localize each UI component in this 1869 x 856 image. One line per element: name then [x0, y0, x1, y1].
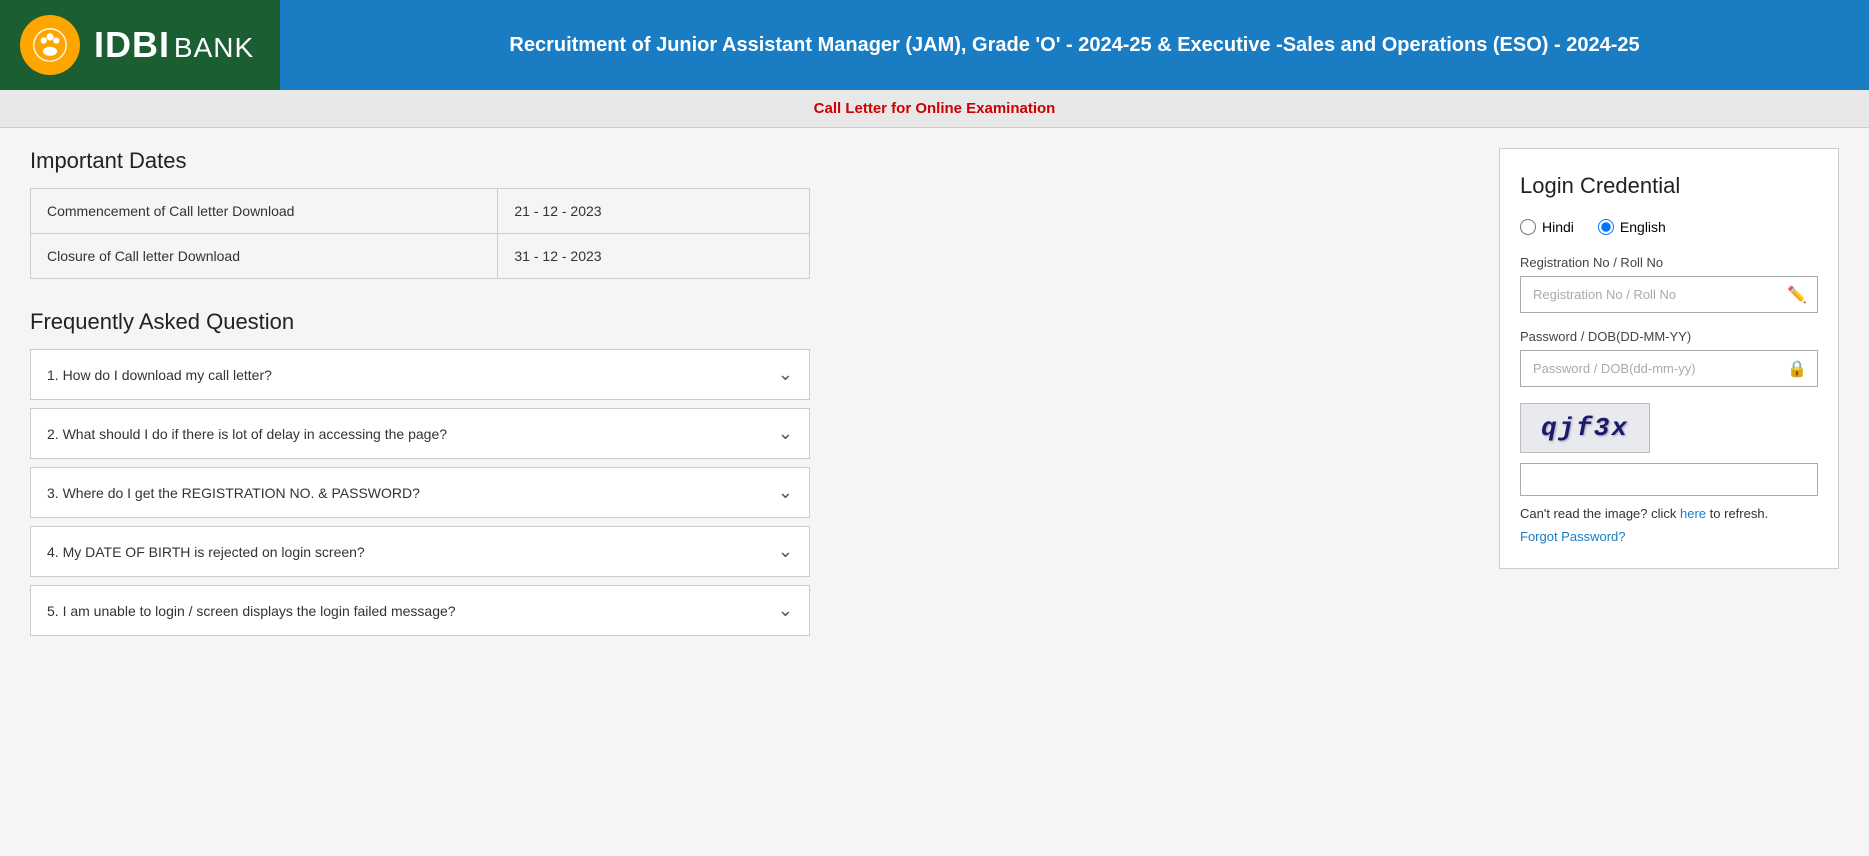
sub-header-bar: Call Letter for Online Examination — [0, 90, 1869, 128]
table-row: Commencement of Call letter Download 21 … — [31, 189, 810, 234]
chevron-down-icon: ⌄ — [778, 600, 793, 621]
faq-question: 1. How do I download my call letter? — [47, 367, 272, 383]
lang-english-option[interactable]: English — [1598, 219, 1666, 235]
table-row: Closure of Call letter Download 31 - 12 … — [31, 234, 810, 279]
lang-english-label: English — [1620, 219, 1666, 235]
chevron-down-icon: ⌄ — [778, 423, 793, 444]
logo-section: IDBI BANK — [0, 0, 280, 90]
password-input[interactable] — [1521, 351, 1777, 386]
captcha-hint: Can't read the image? click here to refr… — [1520, 506, 1818, 521]
faq-title: Frequently Asked Question — [30, 309, 1469, 335]
captcha-text: qjf3x — [1541, 413, 1629, 443]
faq-item[interactable]: 2. What should I do if there is lot of d… — [30, 408, 810, 459]
password-label: Password / DOB(DD-MM-YY) — [1520, 329, 1818, 344]
date-label: Commencement of Call letter Download — [31, 189, 498, 234]
faq-item[interactable]: 5. I am unable to login / screen display… — [30, 585, 810, 636]
faq-item[interactable]: 1. How do I download my call letter? ⌄ — [30, 349, 810, 400]
lang-hindi-option[interactable]: Hindi — [1520, 219, 1574, 235]
language-selection: Hindi English — [1520, 219, 1818, 235]
left-panel: Important Dates Commencement of Call let… — [30, 148, 1469, 644]
faq-question: 5. I am unable to login / screen display… — [47, 603, 456, 619]
password-input-row: 🔒 — [1520, 350, 1818, 387]
lang-hindi-radio[interactable] — [1520, 219, 1536, 235]
faq-question: 4. My DATE OF BIRTH is rejected on login… — [47, 544, 365, 560]
faq-item[interactable]: 3. Where do I get the REGISTRATION NO. &… — [30, 467, 810, 518]
faq-question: 3. Where do I get the REGISTRATION NO. &… — [47, 485, 420, 501]
captcha-refresh-link[interactable]: here — [1680, 506, 1706, 521]
faq-item[interactable]: 4. My DATE OF BIRTH is rejected on login… — [30, 526, 810, 577]
logo-text: IDBI BANK — [94, 24, 254, 66]
lang-english-radio[interactable] — [1598, 219, 1614, 235]
site-header: IDBI BANK Recruitment of Junior Assistan… — [0, 0, 1869, 90]
date-label: Closure of Call letter Download — [31, 234, 498, 279]
main-content: Important Dates Commencement of Call let… — [0, 128, 1869, 664]
captcha-image: qjf3x — [1520, 403, 1650, 453]
chevron-down-icon: ⌄ — [778, 364, 793, 385]
chevron-down-icon: ⌄ — [778, 541, 793, 562]
faq-list: 1. How do I download my call letter? ⌄ 2… — [30, 349, 1469, 636]
important-dates-table: Commencement of Call letter Download 21 … — [30, 188, 810, 279]
date-value: 21 - 12 - 2023 — [498, 189, 810, 234]
captcha-input[interactable] — [1520, 463, 1818, 496]
edit-icon[interactable]: ✏️ — [1777, 285, 1817, 305]
reg-input[interactable] — [1521, 277, 1777, 312]
lock-icon[interactable]: 🔒 — [1777, 359, 1817, 379]
forgot-password-link[interactable]: Forgot Password? — [1520, 529, 1818, 544]
important-dates-title: Important Dates — [30, 148, 1469, 174]
header-title: Recruitment of Junior Assistant Manager … — [280, 0, 1869, 90]
reg-label: Registration No / Roll No — [1520, 255, 1818, 270]
reg-input-row: ✏️ — [1520, 276, 1818, 313]
faq-question: 2. What should I do if there is lot of d… — [47, 426, 447, 442]
login-panel: Login Credential Hindi English Registrat… — [1499, 148, 1839, 569]
lang-hindi-label: Hindi — [1542, 219, 1574, 235]
logo-icon — [20, 15, 80, 75]
login-title: Login Credential — [1520, 173, 1818, 199]
chevron-down-icon: ⌄ — [778, 482, 793, 503]
date-value: 31 - 12 - 2023 — [498, 234, 810, 279]
sub-header-text: Call Letter for Online Examination — [814, 100, 1056, 117]
